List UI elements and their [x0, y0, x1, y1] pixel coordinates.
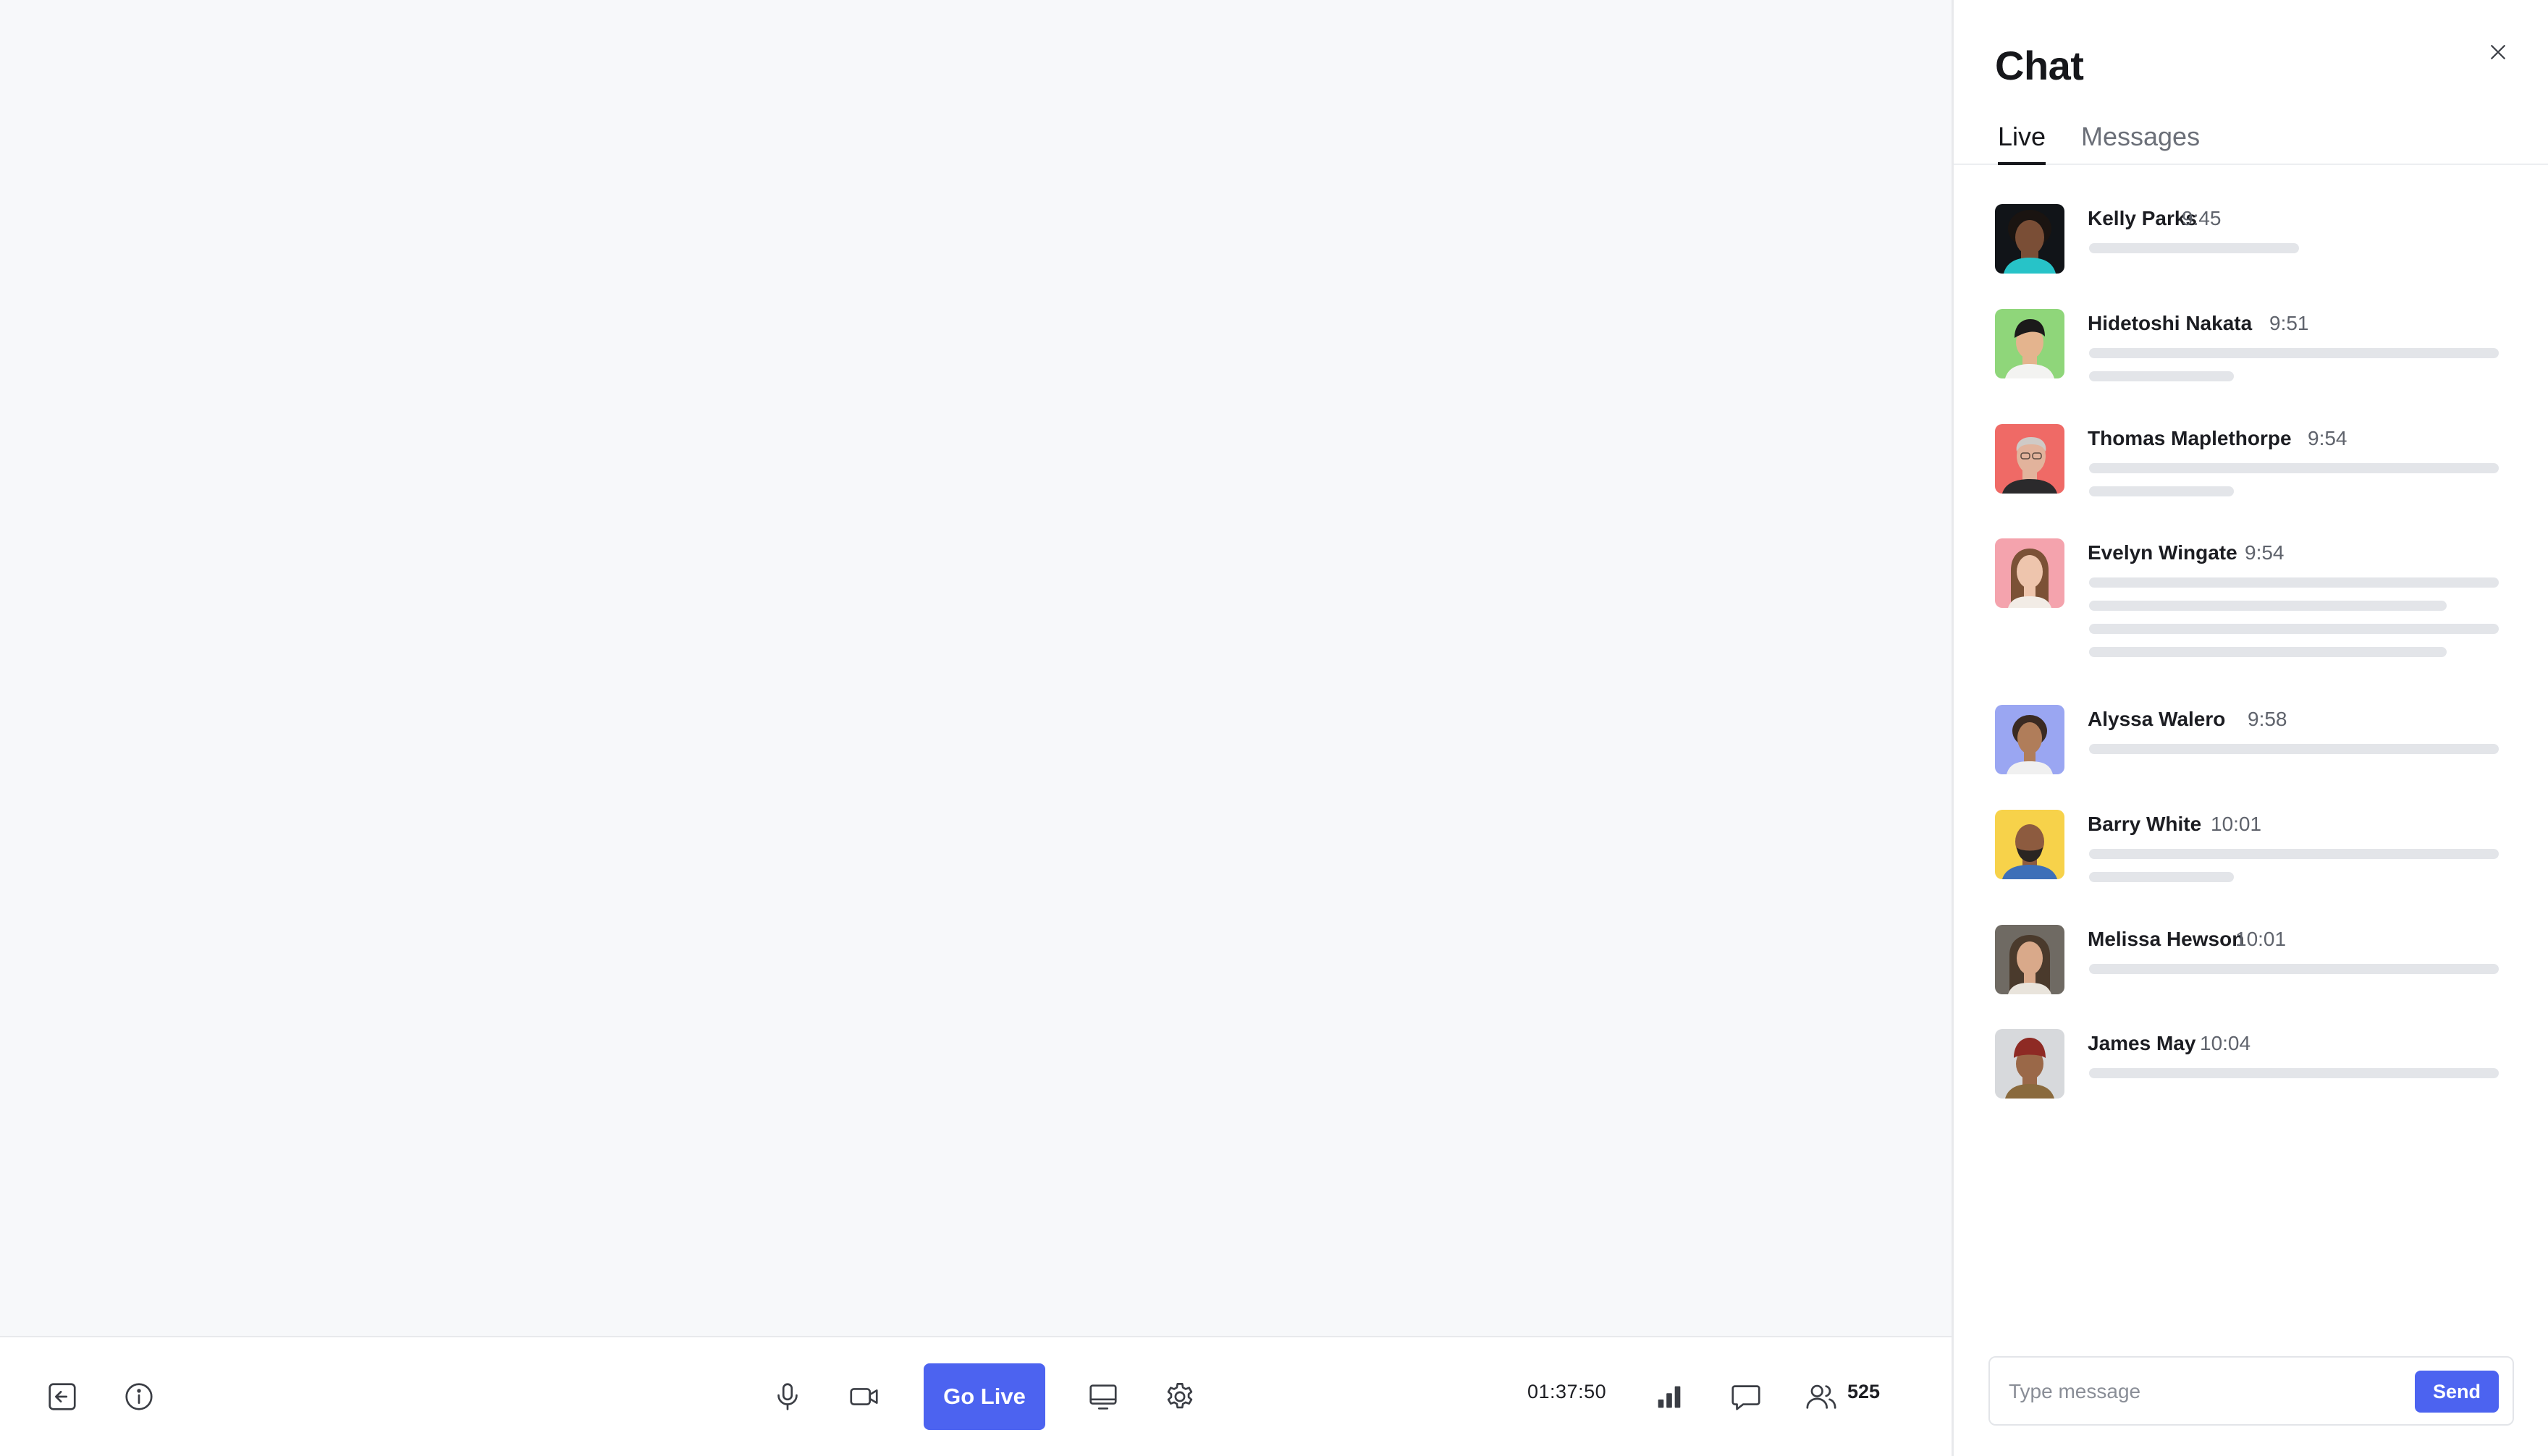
- message-text-placeholder: [2089, 1068, 2499, 1078]
- avatar: [1995, 925, 2064, 994]
- message-time: 9:54: [2245, 541, 2285, 564]
- message-composer: Send: [1988, 1356, 2514, 1426]
- chat-title: Chat: [1995, 43, 2084, 88]
- message-time: 9:51: [2269, 312, 2309, 334]
- message-time: 9:58: [2248, 708, 2287, 730]
- viewer-count: 525: [1847, 1381, 1881, 1402]
- screen-share-icon[interactable]: [1081, 1375, 1125, 1418]
- message-text-placeholder: [2089, 348, 2499, 358]
- video-stage: [0, 0, 1952, 1336]
- message-text-placeholder: [2089, 601, 2447, 611]
- message-text-placeholder: [2089, 463, 2499, 473]
- participants-icon[interactable]: [1800, 1375, 1843, 1418]
- tab-messages[interactable]: Messages: [2081, 122, 2200, 162]
- message-text-placeholder: [2089, 849, 2499, 859]
- exit-icon[interactable]: [41, 1375, 84, 1418]
- message-author: Alyssa Walero: [2088, 708, 2226, 730]
- tab-live[interactable]: Live: [1998, 122, 2046, 165]
- chat-panel: Chat Live Messages Kelly Parks 9:45 Hide…: [1954, 0, 2548, 1456]
- message-input[interactable]: [2009, 1374, 2385, 1410]
- stats-icon[interactable]: [1648, 1375, 1691, 1418]
- message-time: 9:54: [2308, 427, 2347, 449]
- stream-timer: 01:37:50: [1527, 1381, 1607, 1402]
- send-button[interactable]: Send: [2415, 1371, 2499, 1413]
- avatar: [1995, 424, 2064, 494]
- message-time: 10:04: [2200, 1032, 2251, 1054]
- message-text-placeholder: [2089, 577, 2499, 588]
- message-author: Melissa Hewson: [2088, 928, 2245, 950]
- chat-tabs: Live Messages: [1954, 116, 2548, 165]
- close-icon[interactable]: [2482, 36, 2514, 68]
- message-author: Evelyn Wingate: [2088, 541, 2237, 564]
- message-text-placeholder: [2089, 744, 2499, 754]
- avatar: [1995, 204, 2064, 274]
- info-icon[interactable]: [117, 1375, 161, 1418]
- go-live-button[interactable]: Go Live: [924, 1363, 1045, 1430]
- message-author: Barry White: [2088, 813, 2202, 835]
- message-time: 9:45: [2182, 207, 2222, 229]
- avatar: [1995, 538, 2064, 608]
- message-text-placeholder: [2089, 872, 2234, 882]
- message-text-placeholder: [2089, 486, 2234, 496]
- avatar: [1995, 309, 2064, 378]
- avatar: [1995, 705, 2064, 774]
- message-text-placeholder: [2089, 243, 2299, 253]
- avatar: [1995, 1029, 2064, 1099]
- message-text-placeholder: [2089, 371, 2234, 381]
- message-text-placeholder: [2089, 647, 2447, 657]
- microphone-icon[interactable]: [766, 1375, 809, 1418]
- message-author: Hidetoshi Nakata: [2088, 312, 2253, 334]
- message-author: Kelly Parks: [2088, 207, 2197, 229]
- camera-icon[interactable]: [843, 1375, 886, 1418]
- message-text-placeholder: [2089, 624, 2499, 634]
- message-author: Thomas Maplethorpe: [2088, 427, 2292, 449]
- message-author: James May: [2088, 1032, 2196, 1054]
- avatar: [1995, 810, 2064, 879]
- message-time: 10:01: [2211, 813, 2262, 835]
- chat-icon[interactable]: [1724, 1375, 1768, 1418]
- settings-icon[interactable]: [1158, 1375, 1202, 1418]
- bottom-toolbar: Go Live 01:37:50 525: [0, 1337, 1952, 1456]
- message-text-placeholder: [2089, 964, 2499, 974]
- message-time: 10:01: [2235, 928, 2287, 950]
